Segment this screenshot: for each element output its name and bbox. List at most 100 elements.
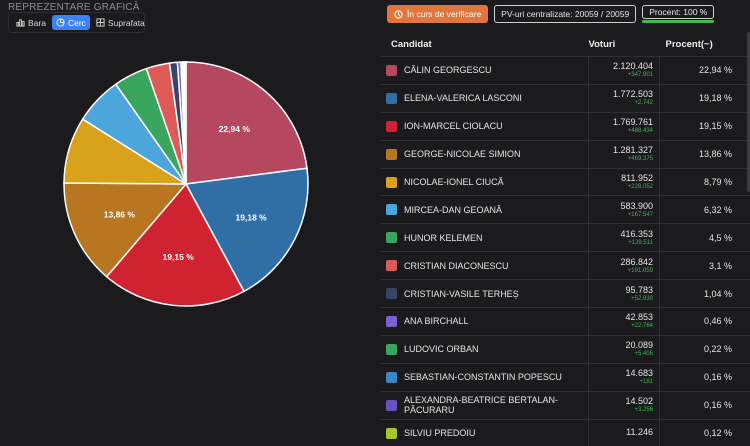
pv-count-badge: PV-uri centralizate: 20059 / 20059	[494, 5, 636, 23]
table-row[interactable]: MIRCEA-DAN GEOANĂ 583.900+167.547 6,32 %	[381, 196, 750, 224]
votes-delta: +181	[589, 379, 653, 385]
pie-view-button[interactable]: Cerc	[52, 15, 90, 30]
percent-cell: 0,46 %	[660, 308, 750, 336]
chart-panel: REPREZENTARE GRAFICĂ Bara Cerc Suprafata…	[0, 0, 378, 429]
candidate-name: LUDOVIC ORBAN	[404, 344, 479, 354]
percent-indicator: Procent: 100 %	[642, 5, 714, 23]
pie-chart: 22,94 %19,18 %19,15 %13,86 %	[60, 58, 312, 310]
header-votes[interactable]: Voturi	[589, 32, 660, 57]
votes-delta: +191.059	[589, 268, 653, 274]
votes-value: 1.772.503	[589, 90, 653, 99]
percent-cell: 6,32 %	[660, 196, 750, 224]
candidate-name: MIRCEA-DAN GEOANĂ	[404, 205, 502, 215]
candidate-cell: CRISTIAN-VASILE TERHEȘ	[381, 280, 589, 308]
votes-value: 2.120.404	[589, 62, 653, 71]
candidate-cell: ELENA-VALERICA LASCONI	[381, 84, 589, 112]
candidate-name: CRISTIAN DIACONESCU	[404, 261, 509, 271]
header-percent[interactable]: Procent(~)	[660, 32, 750, 57]
percent-cell: 19,15 %	[660, 112, 750, 140]
votes-value: 20.089	[589, 341, 653, 350]
area-view-button[interactable]: Suprafata	[92, 15, 149, 30]
header-candidate[interactable]: Candidat	[381, 32, 589, 57]
votes-cell: 811.952+228.052	[589, 168, 660, 196]
table-row[interactable]: ALEXANDRA-BEATRICE BERTALAN-PĂCURARU14.5…	[381, 391, 750, 419]
votes-value: 1.281.327	[589, 146, 653, 155]
votes-delta: +469.375	[589, 156, 653, 162]
color-swatch	[386, 344, 397, 355]
votes-delta: +5.406	[589, 351, 653, 357]
percent-cell: 22,94 %	[660, 57, 750, 85]
votes-delta: +228.052	[589, 184, 653, 190]
votes-value: 95.783	[589, 286, 653, 295]
candidate-cell: CRISTIAN DIACONESCU	[381, 252, 589, 280]
candidate-name: SILVIU PREDOIU	[404, 428, 475, 438]
slice-label: 22,94 %	[219, 124, 251, 134]
candidate-cell: SEBASTIAN-CONSTANTIN POPESCU	[381, 363, 589, 391]
candidate-name: NICOLAE-IONEL CIUCĂ	[404, 177, 504, 187]
votes-cell: 11.246	[589, 419, 660, 446]
table-row[interactable]: ION-MARCEL CIOLACU1.769.761+488.43419,15…	[381, 112, 750, 140]
percent-cell: 0,16 %	[660, 363, 750, 391]
candidate-cell: ALEXANDRA-BEATRICE BERTALAN-PĂCURARU	[381, 391, 589, 419]
candidate-cell: GEORGE-NICOLAE SIMION	[381, 140, 589, 168]
clock-icon	[394, 10, 403, 19]
candidate-cell: NICOLAE-IONEL CIUCĂ	[381, 168, 589, 196]
votes-cell: 1.769.761+488.434	[589, 112, 660, 140]
color-swatch	[386, 428, 397, 439]
votes-cell: 1.772.503+2.742	[589, 84, 660, 112]
percent-cell: 13,86 %	[660, 140, 750, 168]
table-row[interactable]: CRISTIAN-VASILE TERHEȘ95.783+52.9301,04 …	[381, 280, 750, 308]
table-row[interactable]: SILVIU PREDOIU11.2460,12 %	[381, 419, 750, 446]
votes-value: 42.853	[589, 313, 653, 322]
percent-cell: 3,1 %	[660, 252, 750, 280]
votes-value: 416.353	[589, 230, 653, 239]
candidate-cell: CĂLIN GEORGESCU	[381, 57, 589, 85]
candidate-cell: SILVIU PREDOIU	[381, 419, 589, 446]
table-row[interactable]: CRISTIAN DIACONESCU286.842+191.0593,1 %	[381, 252, 750, 280]
color-swatch	[386, 400, 397, 411]
color-swatch	[386, 177, 397, 188]
pie-chart-icon	[56, 18, 65, 27]
candidate-name: CĂLIN GEORGESCU	[404, 65, 492, 75]
chart-view-toggle: Bara Cerc Suprafata	[8, 12, 145, 33]
verification-status-button[interactable]: În curs de verificare	[387, 5, 488, 23]
votes-cell: 42.853+22.764	[589, 308, 660, 336]
pie-slice[interactable]	[185, 62, 186, 184]
candidate-name: ANA BIRCHALL	[404, 316, 469, 326]
slice-label: 19,18 %	[236, 212, 268, 222]
votes-delta: +3.256	[589, 407, 653, 413]
slice-label: 19,15 %	[163, 252, 195, 262]
votes-cell: 416.353+129.511	[589, 224, 660, 252]
color-swatch	[386, 204, 397, 215]
percent-cell: 1,04 %	[660, 280, 750, 308]
bar-view-button[interactable]: Bara	[12, 15, 50, 30]
votes-value: 14.683	[589, 369, 653, 378]
table-row[interactable]: HUNOR KELEMEN416.353+129.5114,5 %	[381, 224, 750, 252]
votes-delta: +167.547	[589, 212, 653, 218]
percent-badge: Procent: 100 %	[642, 5, 714, 19]
percent-progress-bar	[642, 20, 714, 23]
table-row[interactable]: LUDOVIC ORBAN20.089+5.4060,22 %	[381, 335, 750, 363]
table-row[interactable]: ANA BIRCHALL42.853+22.7640,46 %	[381, 308, 750, 336]
votes-value: 583.900	[589, 202, 653, 211]
votes-delta: +22.764	[589, 323, 653, 329]
table-row[interactable]: GEORGE-NICOLAE SIMION1.281.327+469.37513…	[381, 140, 750, 168]
candidate-name: ALEXANDRA-BEATRICE BERTALAN-PĂCURARU	[404, 395, 588, 415]
votes-delta: +488.434	[589, 128, 653, 134]
color-swatch	[386, 232, 397, 243]
pie-slice[interactable]	[186, 62, 307, 184]
bar-chart-icon	[16, 18, 25, 27]
votes-delta: +52.930	[589, 296, 653, 302]
candidate-cell: HUNOR KELEMEN	[381, 224, 589, 252]
results-table: Candidat Voturi Procent(~) CĂLIN GEORGES…	[381, 32, 750, 446]
table-row[interactable]: CĂLIN GEORGESCU2.120.404+347.90122,94 %	[381, 57, 750, 85]
percent-cell: 0,16 %	[660, 391, 750, 419]
verification-status-label: În curs de verificare	[407, 9, 481, 19]
votes-cell: 95.783+52.930	[589, 280, 660, 308]
table-row[interactable]: NICOLAE-IONEL CIUCĂ811.952+228.0528,79 %	[381, 168, 750, 196]
color-swatch	[386, 316, 397, 327]
candidate-cell: MIRCEA-DAN GEOANĂ	[381, 196, 589, 224]
votes-cell: 1.281.327+469.375	[589, 140, 660, 168]
table-row[interactable]: SEBASTIAN-CONSTANTIN POPESCU14.683+181 0,…	[381, 363, 750, 391]
table-row[interactable]: ELENA-VALERICA LASCONI1.772.503+2.74219,…	[381, 84, 750, 112]
